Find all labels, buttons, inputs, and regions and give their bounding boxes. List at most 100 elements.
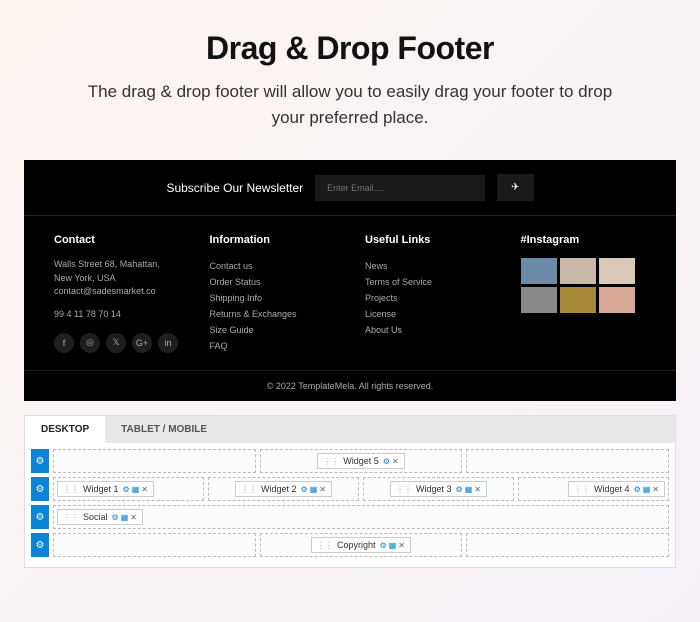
list-item[interactable]: Size Guide [210, 322, 336, 338]
list-item[interactable]: FAQ [210, 338, 336, 354]
builder-slot[interactable]: ⋮⋮ Widget 1 ⚙▦✕ [53, 477, 204, 501]
footer-col-contact: Contact Walls Street 68, Mahattan, New Y… [54, 234, 180, 354]
drag-handle-icon: ⋮⋮ [396, 485, 412, 494]
gear-icon[interactable]: ⚙ [112, 513, 119, 522]
useful-heading: Useful Links [365, 234, 491, 246]
gear-icon: ⚙ [36, 540, 45, 551]
page-subtitle: The drag & drop footer will allow you to… [40, 79, 660, 130]
drag-handle-icon: ⋮⋮ [317, 541, 333, 550]
builder-slot[interactable] [466, 533, 669, 557]
row-settings-button[interactable]: ⚙ [31, 533, 49, 557]
widget-label: Widget 5 [343, 456, 379, 466]
close-icon[interactable]: ✕ [392, 457, 399, 466]
gear-icon[interactable]: ⚙ [634, 485, 641, 494]
gear-icon: ⚙ [36, 512, 45, 523]
drag-handle-icon: ⋮⋮ [63, 485, 79, 494]
duplicate-icon[interactable]: ▦ [132, 485, 140, 494]
list-item[interactable]: Projects [365, 290, 491, 306]
builder-tabs: DESKTOP TABLET / MOBILE [25, 416, 675, 443]
close-icon[interactable]: ✕ [319, 485, 326, 494]
newsletter-label: Subscribe Our Newsletter [166, 181, 303, 195]
row-settings-button[interactable]: ⚙ [31, 477, 49, 501]
duplicate-icon[interactable]: ▦ [465, 485, 473, 494]
instagram-thumb[interactable] [560, 287, 596, 313]
drag-handle-icon: ⋮⋮ [63, 513, 79, 522]
widget-chip[interactable]: ⋮⋮ Widget 2 ⚙▦✕ [235, 481, 332, 497]
widget-chip[interactable]: ⋮⋮ Widget 4 ⚙▦✕ [568, 481, 665, 497]
instagram-thumb[interactable] [599, 258, 635, 284]
widget-label: Widget 3 [416, 484, 452, 494]
instagram-heading: #Instagram [521, 234, 647, 246]
builder-slot[interactable]: ⋮⋮ Widget 2 ⚙▦✕ [208, 477, 359, 501]
tab-tablet-mobile[interactable]: TABLET / MOBILE [105, 416, 223, 443]
builder-row: ⚙ ⋮⋮ Copyright ⚙▦✕ [31, 533, 669, 557]
tab-desktop[interactable]: DESKTOP [25, 416, 105, 443]
widget-chip[interactable]: ⋮⋮ Widget 5 ⚙✕ [317, 453, 404, 469]
gear-icon[interactable]: ⚙ [383, 457, 390, 466]
information-links: Contact us Order Status Shipping Info Re… [210, 258, 336, 354]
builder-slot[interactable]: ⋮⋮ Widget 3 ⚙▦✕ [363, 477, 514, 501]
footer-col-information: Information Contact us Order Status Ship… [210, 234, 336, 354]
newsletter-bar: Subscribe Our Newsletter ✈ [24, 160, 676, 216]
duplicate-icon[interactable]: ▦ [643, 485, 651, 494]
builder-slot[interactable]: ⋮⋮ Widget 5 ⚙✕ [260, 449, 463, 473]
instagram-thumb[interactable] [560, 258, 596, 284]
builder-slot[interactable] [53, 533, 256, 557]
list-item[interactable]: Contact us [210, 258, 336, 274]
duplicate-icon[interactable]: ▦ [121, 513, 129, 522]
gear-icon[interactable]: ⚙ [380, 541, 387, 550]
linkedin-icon[interactable]: in [158, 333, 178, 353]
copyright-text: © 2022 TemplateMela. All rights reserved… [24, 370, 676, 401]
gear-icon[interactable]: ⚙ [301, 485, 308, 494]
list-item[interactable]: Terms of Service [365, 274, 491, 290]
instagram-grid [521, 258, 647, 313]
builder-slot[interactable]: ⋮⋮ Widget 4 ⚙▦✕ [518, 477, 669, 501]
widget-chip[interactable]: ⋮⋮ Widget 1 ⚙▦✕ [57, 481, 154, 497]
list-item[interactable]: About Us [365, 322, 491, 338]
builder-slot[interactable] [466, 449, 669, 473]
instagram-thumb[interactable] [599, 287, 635, 313]
instagram-thumb[interactable] [521, 258, 557, 284]
paper-plane-icon: ✈ [511, 182, 519, 193]
instagram-icon[interactable]: ◎ [80, 333, 100, 353]
builder-slot[interactable]: ⋮⋮ Copyright ⚙▦✕ [260, 533, 463, 557]
duplicate-icon[interactable]: ▦ [310, 485, 318, 494]
widget-chip[interactable]: ⋮⋮ Copyright ⚙▦✕ [311, 537, 411, 553]
close-icon[interactable]: ✕ [474, 485, 481, 494]
close-icon[interactable]: ✕ [398, 541, 405, 550]
google-plus-icon[interactable]: G+ [132, 333, 152, 353]
information-heading: Information [210, 234, 336, 246]
newsletter-email-input[interactable] [315, 175, 485, 201]
close-icon[interactable]: ✕ [141, 485, 148, 494]
contact-email: contact@sadesmarket.co [54, 285, 180, 299]
list-item[interactable]: News [365, 258, 491, 274]
gear-icon: ⚙ [36, 484, 45, 495]
builder-slot[interactable]: ⋮⋮ Social ⚙▦✕ [53, 505, 669, 529]
gear-icon: ⚙ [36, 456, 45, 467]
close-icon[interactable]: ✕ [130, 513, 137, 522]
facebook-icon[interactable]: f [54, 333, 74, 353]
close-icon[interactable]: ✕ [652, 485, 659, 494]
list-item[interactable]: Order Status [210, 274, 336, 290]
footer-preview: Subscribe Our Newsletter ✈ Contact Walls… [24, 160, 676, 401]
contact-heading: Contact [54, 234, 180, 246]
gear-icon[interactable]: ⚙ [456, 485, 463, 494]
widget-label: Widget 2 [261, 484, 297, 494]
list-item[interactable]: Shipping Info [210, 290, 336, 306]
contact-phone: 99 4 11 78 70 14 [54, 309, 180, 319]
gear-icon[interactable]: ⚙ [123, 485, 130, 494]
list-item[interactable]: License [365, 306, 491, 322]
builder-row: ⚙ ⋮⋮ Widget 1 ⚙▦✕ ⋮⋮ Widget 2 ⚙▦✕ ⋮⋮ Wid [31, 477, 669, 501]
widget-chip[interactable]: ⋮⋮ Social ⚙▦✕ [57, 509, 143, 525]
twitter-icon[interactable]: 𝕏 [106, 333, 126, 353]
row-settings-button[interactable]: ⚙ [31, 505, 49, 529]
page-title: Drag & Drop Footer [40, 30, 660, 67]
instagram-thumb[interactable] [521, 287, 557, 313]
widget-chip[interactable]: ⋮⋮ Widget 3 ⚙▦✕ [390, 481, 487, 497]
duplicate-icon[interactable]: ▦ [389, 541, 397, 550]
builder-slot[interactable] [53, 449, 256, 473]
drag-handle-icon: ⋮⋮ [323, 457, 339, 466]
row-settings-button[interactable]: ⚙ [31, 449, 49, 473]
newsletter-submit-button[interactable]: ✈ [497, 174, 533, 201]
list-item[interactable]: Returns & Exchanges [210, 306, 336, 322]
